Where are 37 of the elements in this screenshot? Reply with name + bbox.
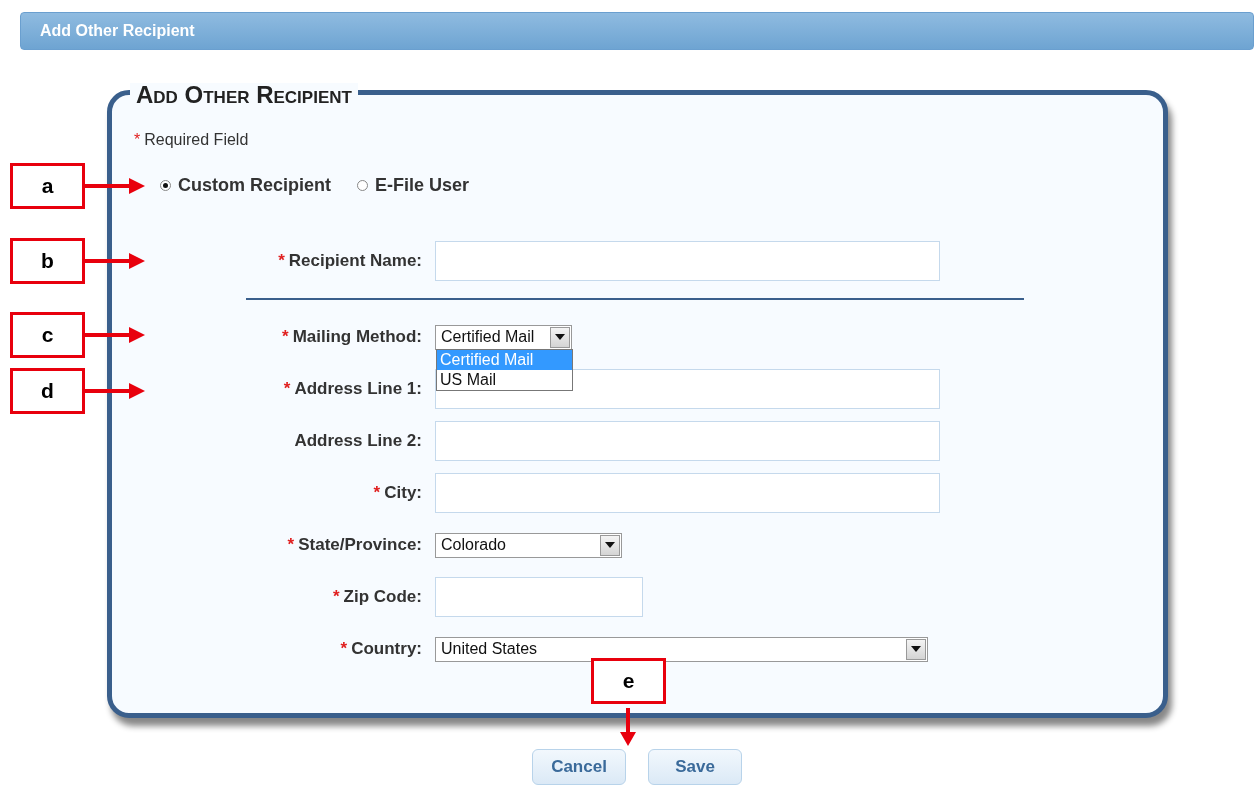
callout-label: d	[10, 368, 85, 414]
text-input[interactable]	[435, 577, 643, 617]
field-label: * State/Province:	[287, 535, 422, 555]
arrow-icon	[620, 708, 636, 746]
required-field-note: * Required Field	[134, 131, 250, 149]
arrow-icon	[85, 383, 145, 399]
page-header: Add Other Recipient	[20, 12, 1254, 50]
field-label: * Country:	[340, 639, 422, 659]
text-input[interactable]	[435, 421, 940, 461]
callout-label: a	[10, 163, 85, 209]
caret-icon	[600, 534, 620, 556]
text-input[interactable]	[435, 241, 940, 281]
field-label: Address Line 2:	[294, 431, 422, 451]
arrow-icon	[85, 178, 145, 194]
form-button[interactable]: Cancel	[532, 749, 626, 785]
field-label: * Address Line 1:	[283, 379, 422, 399]
arrow-icon	[85, 327, 145, 343]
radio-button[interactable]	[357, 180, 369, 191]
caret-icon	[906, 638, 926, 660]
callout-label: b	[10, 238, 85, 284]
form-button[interactable]: Save	[648, 749, 742, 785]
dropdown-option[interactable]: US Mail	[437, 370, 572, 390]
arrow-icon	[85, 253, 145, 269]
radio-button[interactable]	[160, 180, 171, 191]
callout-label: e	[591, 658, 666, 704]
dropdown[interactable]: Certified Mail	[435, 324, 572, 350]
field-label: * City:	[373, 483, 422, 503]
radio-label[interactable]: Custom Recipient	[178, 175, 332, 196]
callout-label: c	[10, 312, 85, 358]
dropdown[interactable]: Colorado	[435, 532, 622, 558]
radio-label[interactable]: E-File User	[375, 175, 470, 196]
dropdown[interactable]: United States	[435, 636, 928, 662]
text-input[interactable]	[435, 473, 940, 513]
field-label: * Recipient Name:	[278, 251, 422, 271]
field-label: * Mailing Method:	[282, 327, 422, 347]
caret-icon	[550, 326, 570, 348]
field-label: * Zip Code:	[333, 587, 422, 607]
